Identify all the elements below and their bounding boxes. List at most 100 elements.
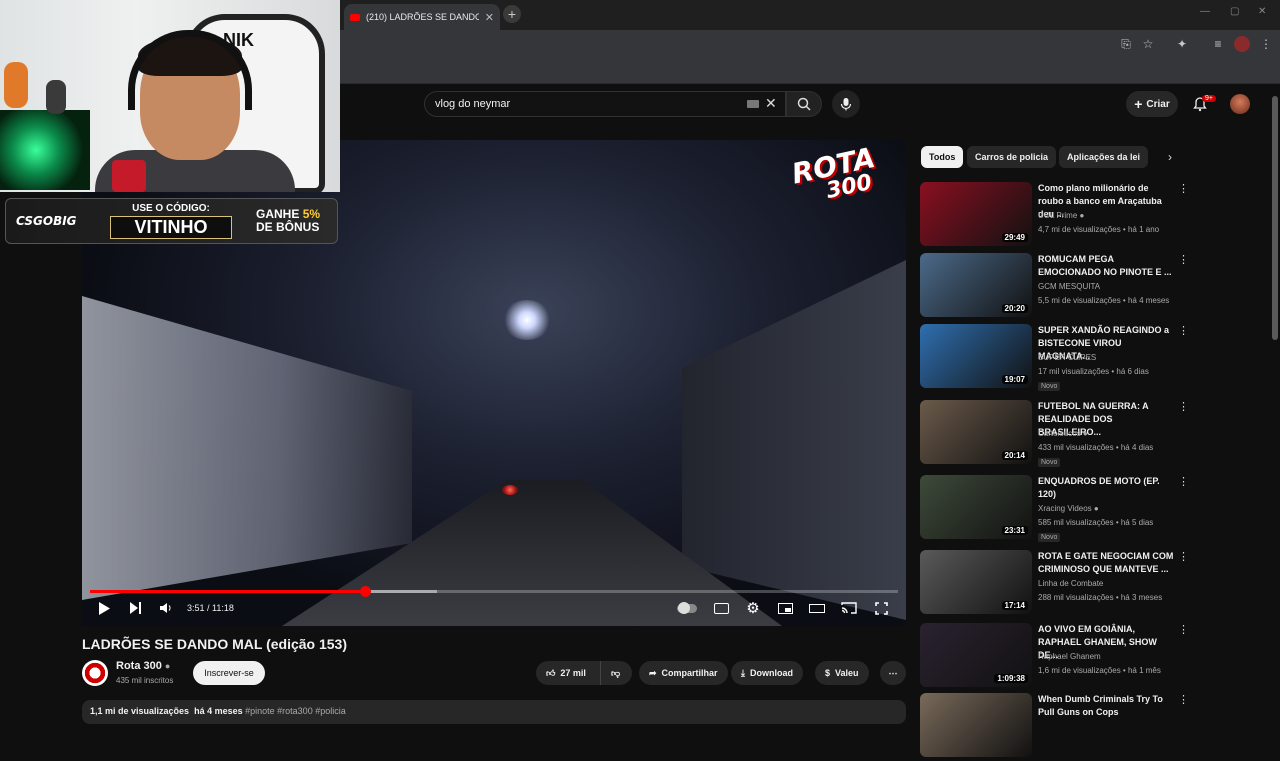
tab-close-icon[interactable]: ✕ xyxy=(485,11,494,24)
recommendation-title[interactable]: ROMUCAM PEGA EMOCIONADO NO PINOTE E ... xyxy=(1038,253,1174,279)
scrollbar[interactable] xyxy=(1272,96,1278,340)
recommendation-item[interactable]: 20:20 ROMUCAM PEGA EMOCIONADO NO PINOTE E… xyxy=(920,253,1190,321)
description-box[interactable]: 1,1 mi de visualizações há 4 meses #pino… xyxy=(82,700,906,724)
recommendation-title[interactable]: When Dumb Criminals Try To Pull Guns on … xyxy=(1038,693,1174,719)
video-title: LADRÕES SE DANDO MAL (edição 153) xyxy=(82,636,348,652)
more-vertical-icon[interactable]: ⋮ xyxy=(1178,693,1189,706)
chip-carros-de-policia[interactable]: Carros de policia xyxy=(967,146,1057,168)
video-frame-building xyxy=(682,260,906,620)
play-button[interactable] xyxy=(95,600,113,616)
recommendation-item[interactable]: 20:14 FUTEBOL NA GUERRA: A REALIDADE DOS … xyxy=(920,400,1190,468)
more-vertical-icon[interactable]: ⋮ xyxy=(1178,475,1189,488)
download-button[interactable]: ⤓ Download xyxy=(731,661,803,685)
new-tab-button[interactable]: + xyxy=(503,5,521,23)
share-button[interactable]: ➦ Compartilhar xyxy=(639,661,728,685)
more-actions-button[interactable]: ⋯ xyxy=(880,661,906,685)
more-vertical-icon[interactable]: ⋮ xyxy=(1178,550,1189,563)
autoplay-toggle[interactable] xyxy=(676,600,698,616)
search-button[interactable] xyxy=(786,91,822,117)
recommendation-item[interactable]: 1:09:38 AO VIVO EM GOIÂNIA, RAPHAEL GHANE… xyxy=(920,623,1190,691)
dislike-button[interactable]: 👎︎ xyxy=(600,661,632,685)
settings-button[interactable]: ⚙ xyxy=(744,600,762,617)
volume-button[interactable] xyxy=(157,600,175,616)
duration-badge: 19:07 xyxy=(1001,375,1028,384)
close-window-icon[interactable]: ✕ xyxy=(1258,6,1266,17)
recommendation-meta: 288 mil visualizações • há 3 meses xyxy=(1038,593,1163,602)
miniplayer-icon xyxy=(777,602,793,614)
subscriber-count: 435 mil inscritos xyxy=(116,676,174,685)
video-thumbnail[interactable]: 1:09:38 xyxy=(920,623,1032,687)
chip-todos[interactable]: Todos xyxy=(921,146,964,168)
thanks-button[interactable]: $ Valeu xyxy=(815,661,869,685)
recommendation-channel[interactable]: UOL Prime ● xyxy=(1038,211,1084,220)
miniplayer-button[interactable] xyxy=(776,600,794,616)
recommendation-channel[interactable]: Cartoloucos ● xyxy=(1038,429,1088,438)
recommendation-title[interactable]: ENQUADROS DE MOTO (EP. 120) xyxy=(1038,475,1174,501)
profile-icon[interactable] xyxy=(1234,36,1250,52)
more-vertical-icon[interactable]: ⋮ xyxy=(1178,253,1189,266)
like-button[interactable]: 👍︎ 27 mil xyxy=(536,661,600,685)
plus-icon: + xyxy=(1134,96,1143,112)
recommendation-item[interactable]: When Dumb Criminals Try To Pull Guns on … xyxy=(920,693,1190,761)
video-thumbnail[interactable]: 19:07 xyxy=(920,324,1032,388)
more-vertical-icon[interactable]: ⋮ xyxy=(1178,400,1189,413)
recommendation-channel[interactable]: GCM MESQUITA xyxy=(1038,282,1100,291)
more-vertical-icon[interactable]: ⋮ xyxy=(1178,623,1189,636)
video-thumbnail[interactable]: 17:14 xyxy=(920,550,1032,614)
progress-scrubber[interactable] xyxy=(359,586,371,597)
clear-search-icon[interactable]: ✕ xyxy=(765,95,777,112)
theater-mode-button[interactable] xyxy=(808,600,826,616)
volume-icon xyxy=(160,603,171,613)
video-thumbnail[interactable]: 20:14 xyxy=(920,400,1032,464)
minimize-icon[interactable]: — xyxy=(1200,6,1210,17)
chip-aplicacoes-da-lei[interactable]: Aplicações da lei xyxy=(1059,146,1149,168)
browser-tab-active[interactable]: (210) LADRÕES SE DANDO MAL ✕ xyxy=(344,4,500,30)
video-thumbnail[interactable]: 23:31 xyxy=(920,475,1032,539)
time-display: 3:51 / 11:18 xyxy=(187,603,234,613)
keyboard-icon[interactable] xyxy=(747,100,759,108)
webcam-mug xyxy=(112,160,146,192)
recommendation-item[interactable]: 19:07 SUPER XANDÃO REAGINDO a BISTECONE V… xyxy=(920,324,1190,392)
more-vertical-icon[interactable]: ⋮ xyxy=(1178,182,1189,195)
recommendation-meta: 17 mil visualizações • há 6 dias xyxy=(1038,367,1149,376)
hashtags[interactable]: #pinote #rota300 #policia xyxy=(245,706,346,716)
search-input[interactable]: vlog do neymar ✕ xyxy=(424,91,786,117)
media-control-icon[interactable]: ≡ xyxy=(1210,36,1226,52)
gear-icon: ⚙ xyxy=(746,600,760,617)
next-button[interactable] xyxy=(127,600,145,616)
recommendation-channel[interactable]: Xracing Videos ● xyxy=(1038,504,1099,513)
cast-icon xyxy=(841,602,857,614)
video-thumbnail[interactable]: 20:20 xyxy=(920,253,1032,317)
voice-search-button[interactable] xyxy=(832,90,860,118)
video-thumbnail[interactable]: 29:49 xyxy=(920,182,1032,246)
recommendation-meta: 1,6 mi de visualizações • há 1 mês xyxy=(1038,666,1161,675)
recommendation-item[interactable]: 17:14 ROTA E GATE NEGOCIAM COM CRIMINOSO … xyxy=(920,550,1190,618)
create-button[interactable]: + Criar xyxy=(1126,91,1178,117)
recommendation-channel[interactable]: SUPER CLIPES xyxy=(1038,353,1096,362)
chevron-right-icon[interactable]: › xyxy=(1168,150,1172,164)
cast-button[interactable] xyxy=(840,600,858,616)
recommendation-item[interactable]: 23:31 ENQUADROS DE MOTO (EP. 120) Xracing … xyxy=(920,475,1190,543)
browser-menu-icon[interactable]: ⋮ xyxy=(1258,36,1274,52)
duration-badge: 1:09:38 xyxy=(994,674,1028,683)
fullscreen-icon xyxy=(874,601,888,615)
install-app-icon[interactable]: ⎘ xyxy=(1118,36,1134,52)
recommendation-channel[interactable]: Raphael Ghanem xyxy=(1038,652,1101,661)
recommendation-item[interactable]: 29:49 Como plano milionário de roubo a ba… xyxy=(920,182,1190,250)
account-avatar[interactable] xyxy=(1230,94,1250,114)
restore-icon[interactable]: ▢ xyxy=(1230,6,1239,17)
extensions-icon[interactable]: ✦ xyxy=(1174,36,1190,52)
subscribe-button[interactable]: Inscrever-se xyxy=(193,661,265,685)
fullscreen-button[interactable] xyxy=(872,600,890,616)
promo-bonus-1: GANHE xyxy=(256,207,300,221)
subtitles-button[interactable] xyxy=(712,600,730,616)
progress-bar[interactable] xyxy=(90,586,898,597)
promo-bonus-2: DE BÔNUS xyxy=(256,220,320,234)
bookmark-star-icon[interactable]: ☆ xyxy=(1140,36,1156,52)
channel-avatar[interactable] xyxy=(82,660,108,686)
recommendation-channel[interactable]: Linha de Combate xyxy=(1038,579,1103,588)
more-vertical-icon[interactable]: ⋮ xyxy=(1178,324,1189,337)
recommendation-title[interactable]: ROTA E GATE NEGOCIAM COM CRIMINOSO QUE M… xyxy=(1038,550,1174,576)
channel-name[interactable]: Rota 300 ● xyxy=(116,660,170,672)
video-thumbnail[interactable] xyxy=(920,693,1032,757)
